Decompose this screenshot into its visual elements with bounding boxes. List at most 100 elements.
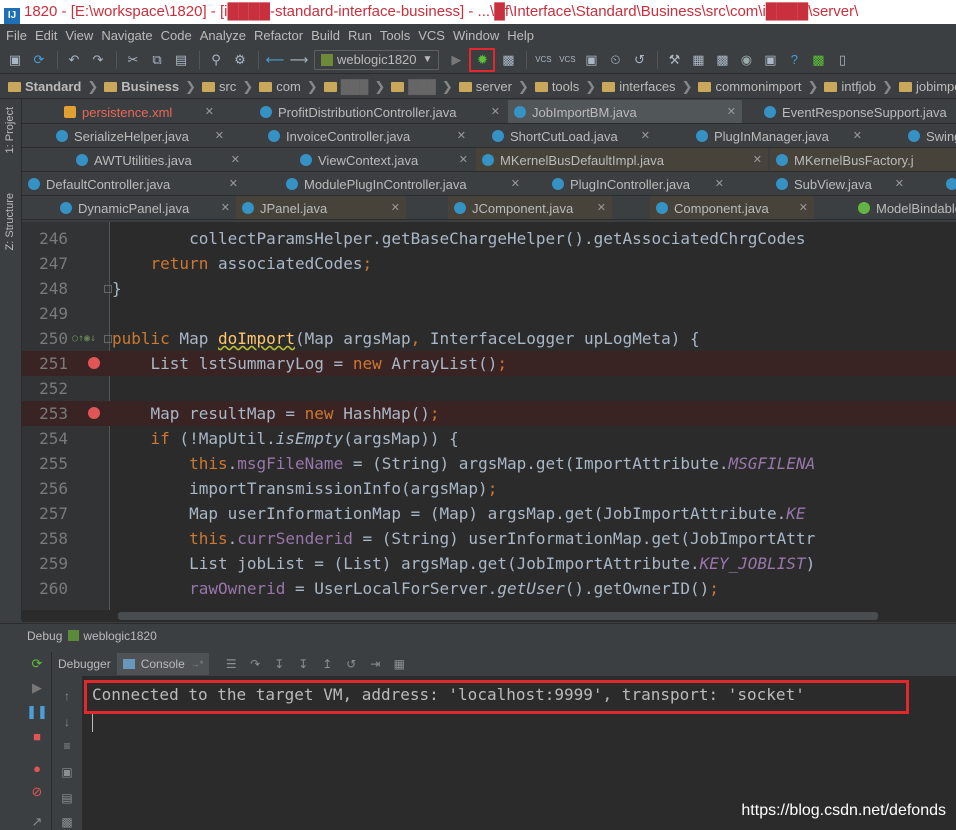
stop-icon[interactable]: ■ xyxy=(28,728,46,744)
arrow-up-icon[interactable]: ↑ xyxy=(58,688,76,704)
close-icon[interactable]: ✕ xyxy=(597,201,606,214)
settings-icon[interactable]: ⚒ xyxy=(663,49,685,71)
drop-frame-icon[interactable]: ↺ xyxy=(341,654,361,674)
arrow-down-icon[interactable]: ↓ xyxy=(58,714,76,730)
breakpoint-icon[interactable] xyxy=(88,407,100,419)
breadcrumb-item[interactable]: tools ❯ xyxy=(534,79,596,95)
project-tool-tab[interactable]: 1: Project xyxy=(4,107,16,153)
editor-tab[interactable]: DefaultController.java ✕ xyxy=(22,172,244,195)
close-icon[interactable]: ✕ xyxy=(753,153,762,166)
menu-refactor[interactable]: Refactor xyxy=(252,28,309,43)
fold-marker-icon[interactable] xyxy=(104,335,112,343)
close-icon[interactable]: ✕ xyxy=(511,177,520,190)
editor-tab[interactable]: Swing xyxy=(902,124,956,147)
save-icon[interactable]: ▣ xyxy=(4,49,26,71)
structure-tool-tab[interactable]: Z: Structure xyxy=(4,193,16,250)
breadcrumb-item[interactable]: server ❯ xyxy=(458,79,529,95)
close-icon[interactable]: ✕ xyxy=(459,153,468,166)
terminal-icon[interactable]: ▯ xyxy=(831,49,853,71)
soft-wrap-icon[interactable]: ≡ xyxy=(58,738,76,754)
clear-all-icon[interactable]: ▩ xyxy=(58,814,76,830)
menu-navigate[interactable]: Navigate xyxy=(99,28,158,43)
editor-tab[interactable]: SerializeHelper.java ✕ xyxy=(50,124,230,147)
show-execution-point-icon[interactable]: ☰ xyxy=(221,654,241,674)
override-marker-icon[interactable]: ○↑◉↓ xyxy=(72,326,96,351)
editor-tab[interactable]: Component.java ✕ xyxy=(650,196,814,219)
vcs-update-icon[interactable]: VCS xyxy=(532,49,554,71)
scrollbar-thumb[interactable] xyxy=(118,612,878,620)
sdk-icon[interactable]: ▩ xyxy=(711,49,733,71)
replace-icon[interactable]: ⚙ xyxy=(229,49,251,71)
restore-layout-icon[interactable]: ↗ xyxy=(28,814,46,830)
redo-icon[interactable]: ↷ xyxy=(87,49,109,71)
lock-icon[interactable]: ▣ xyxy=(580,49,602,71)
close-icon[interactable]: ✕ xyxy=(641,129,650,142)
editor-tab[interactable]: AWTUtilities.java ✕ xyxy=(70,148,246,171)
device-icon[interactable]: ▣ xyxy=(759,49,781,71)
close-icon[interactable]: ✕ xyxy=(457,129,466,142)
resume-icon[interactable]: ▶ xyxy=(28,680,46,696)
menu-vcs[interactable]: VCS xyxy=(416,28,451,43)
close-icon[interactable]: ✕ xyxy=(391,201,400,214)
menu-view[interactable]: View xyxy=(63,28,99,43)
cut-icon[interactable]: ✂ xyxy=(122,49,144,71)
android-icon[interactable]: ◉ xyxy=(735,49,757,71)
breadcrumb-item[interactable]: ███ ❯ xyxy=(391,79,453,95)
run-icon[interactable]: ▶ xyxy=(445,49,467,71)
revert-icon[interactable]: ↺ xyxy=(628,49,650,71)
editor-tab[interactable]: JComponent.java ✕ xyxy=(448,196,612,219)
editor-tab[interactable] xyxy=(940,172,956,195)
run-to-cursor-icon[interactable]: ⇥ xyxy=(365,654,385,674)
vcs-commit-icon[interactable]: VCS xyxy=(556,49,578,71)
breadcrumb-item[interactable]: jobimport❯ xyxy=(898,79,956,95)
copy-icon[interactable]: ⧉ xyxy=(146,49,168,71)
menu-tools[interactable]: Tools xyxy=(378,28,416,43)
console-output[interactable]: Connected to the target VM, address: 'lo… xyxy=(82,676,956,830)
menu-help[interactable]: Help xyxy=(505,28,540,43)
editor-tab[interactable]: ModulePlugInController.java ✕ xyxy=(280,172,526,195)
debug-icon[interactable]: ✹ xyxy=(469,47,496,72)
step-into-icon[interactable]: ↧ xyxy=(269,654,289,674)
editor-tab[interactable]: ModelBindable xyxy=(852,196,956,219)
back-icon[interactable]: ⟵ xyxy=(264,49,286,71)
close-icon[interactable]: ✕ xyxy=(215,129,224,142)
project-structure-icon[interactable]: ▦ xyxy=(687,49,709,71)
sync-icon[interactable]: ⟳ xyxy=(28,49,50,71)
breadcrumb-item[interactable]: intfjob ❯ xyxy=(824,79,893,95)
editor-tab[interactable]: PlugInManager.java ✕ xyxy=(690,124,868,147)
tab-debugger[interactable]: Debugger xyxy=(52,653,117,675)
close-icon[interactable]: ✕ xyxy=(491,105,500,118)
menu-build[interactable]: Build xyxy=(309,28,346,43)
menu-code[interactable]: Code xyxy=(159,28,198,43)
menu-file[interactable]: File xyxy=(4,28,33,43)
close-icon[interactable]: ✕ xyxy=(799,201,808,214)
menu-edit[interactable]: Edit xyxy=(33,28,63,43)
breadcrumb-item[interactable]: com ❯ xyxy=(259,79,318,95)
editor-tab[interactable]: ProfitDistributionController.java ✕ xyxy=(254,100,506,123)
step-over-icon[interactable]: ↷ xyxy=(245,654,265,674)
step-out-icon[interactable]: ↥ xyxy=(317,654,337,674)
close-icon[interactable]: ✕ xyxy=(715,177,724,190)
history-icon[interactable]: ⏲ xyxy=(604,49,626,71)
find-icon[interactable]: ⚲ xyxy=(205,49,227,71)
close-icon[interactable]: ✕ xyxy=(229,177,238,190)
close-icon[interactable]: ✕ xyxy=(727,105,736,118)
editor-tab[interactable]: PlugInController.java ✕ xyxy=(546,172,730,195)
debug-session-tab[interactable]: weblogic1820 xyxy=(68,629,157,643)
breakpoint-icon[interactable] xyxy=(88,357,100,369)
coverage-icon[interactable]: ▩ xyxy=(497,49,519,71)
help-icon[interactable]: ? xyxy=(783,49,805,71)
editor-tab[interactable]: ViewContext.java ✕ xyxy=(294,148,474,171)
editor-tab[interactable]: EventResponseSupport.java xyxy=(758,100,956,123)
editor-horizontal-scrollbar[interactable] xyxy=(22,610,956,622)
forward-icon[interactable]: ⟶ xyxy=(288,49,310,71)
breadcrumb-item[interactable]: commonimport ❯ xyxy=(698,79,818,95)
menu-run[interactable]: Run xyxy=(346,28,378,43)
force-step-into-icon[interactable]: ↧ xyxy=(293,654,313,674)
undo-icon[interactable]: ↶ xyxy=(63,49,85,71)
breadcrumb-item[interactable]: ███ ❯ xyxy=(323,79,385,95)
close-icon[interactable]: ✕ xyxy=(205,105,214,118)
close-icon[interactable]: ✕ xyxy=(895,177,904,190)
menu-analyze[interactable]: Analyze xyxy=(198,28,252,43)
pause-icon[interactable]: ❚❚ xyxy=(26,704,48,720)
